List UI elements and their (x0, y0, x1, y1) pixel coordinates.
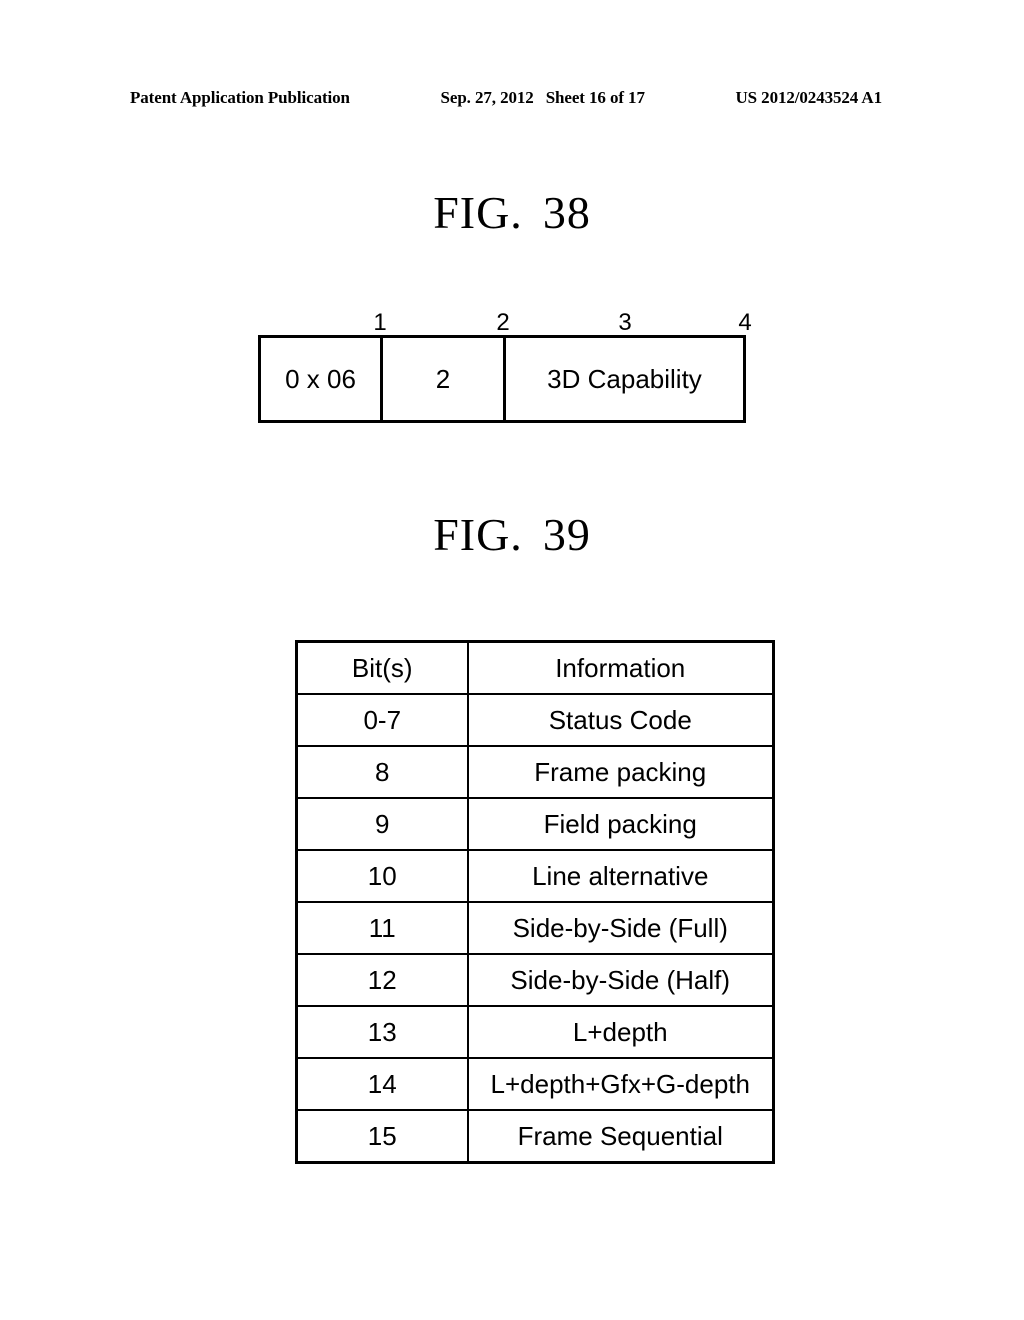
cell-bits: 9 (295, 797, 469, 851)
patent-page: Patent Application Publication Sep. 27, … (0, 0, 1024, 1320)
figure-39-bit-table: Bit(s) Information 0-7 Status Code 8 Fra… (295, 640, 775, 1164)
cell-information: Frame Sequential (466, 1109, 775, 1164)
table-row: 15 Frame Sequential (295, 1109, 775, 1164)
cell-information: Side-by-Side (Full) (466, 901, 775, 955)
field-cell-payload: 3D Capability (547, 363, 702, 394)
cell-bits: 8 (295, 745, 469, 799)
cell-information: L+depth (466, 1005, 775, 1059)
cell-information: Side-by-Side (Half) (466, 953, 775, 1007)
figure-39-title-word: FIG. (433, 509, 523, 560)
figure-38-title-number: 38 (542, 187, 591, 238)
cell-bits: 13 (295, 1005, 469, 1059)
publication-date: Sep. 27, 2012 (440, 88, 534, 107)
sheet-number: Sheet 16 of 17 (545, 88, 645, 107)
byte-ruler-tick-2: 2 (496, 309, 510, 336)
cell-bits: 12 (295, 953, 469, 1007)
cell-information: Status Code (466, 693, 775, 747)
cell-bits: 14 (295, 1057, 469, 1111)
cell-bits: 11 (295, 901, 469, 955)
figure-39-title: FIG. 39 (0, 508, 1024, 561)
table-row: 14 L+depth+Gfx+G-depth (295, 1057, 775, 1111)
table-row: 10 Line alternative (295, 849, 775, 903)
publication-type-label: Patent Application Publication (130, 88, 350, 107)
table-row: 13 L+depth (295, 1005, 775, 1059)
figure-38-diagram: 1 2 3 4 0 x 06 2 3D Capability (258, 305, 752, 423)
field-cell-length: 2 (383, 338, 506, 420)
cell-information: L+depth+Gfx+G-depth (466, 1057, 775, 1111)
cell-bits: 15 (295, 1109, 469, 1164)
figure-38-title-word: FIG. (433, 187, 523, 238)
column-header-information: Information (466, 640, 775, 695)
publication-number: US 2012/0243524 A1 (735, 88, 882, 107)
figure-38-title: FIG. 38 (0, 186, 1024, 239)
figure-38-field-row: 0 x 06 2 3D Capability (258, 335, 746, 423)
cell-bits: 10 (295, 849, 469, 903)
column-header-bits: Bit(s) (295, 640, 469, 695)
field-cell-opcode: 0 x 06 (261, 338, 383, 420)
table-row: 12 Side-by-Side (Half) (295, 953, 775, 1007)
figure-38-byte-ruler: 1 2 3 4 (258, 305, 751, 336)
cell-bits: 0-7 (295, 693, 469, 747)
table-row: 9 Field packing (295, 797, 775, 851)
table-row: 11 Side-by-Side (Full) (295, 901, 775, 955)
publication-header: Patent Application Publication Sep. 27, … (130, 88, 882, 108)
figure-39-table-body: Bit(s) Information 0-7 Status Code 8 Fra… (295, 640, 775, 1164)
figure-39-title-number: 39 (542, 509, 591, 560)
table-row: 0-7 Status Code (295, 693, 775, 747)
cell-information: Field packing (466, 797, 775, 851)
byte-ruler-tick-3: 3 (618, 309, 632, 336)
header-date-sheet-group: Sep. 27, 2012 Sheet 16 of 17 (441, 88, 645, 108)
byte-ruler-tick-1: 1 (373, 309, 387, 336)
cell-information: Frame packing (466, 745, 775, 799)
table-row: 8 Frame packing (295, 745, 775, 799)
byte-ruler-tick-4: 4 (738, 309, 752, 336)
cell-information: Line alternative (466, 849, 775, 903)
table-header-row: Bit(s) Information (295, 640, 775, 695)
